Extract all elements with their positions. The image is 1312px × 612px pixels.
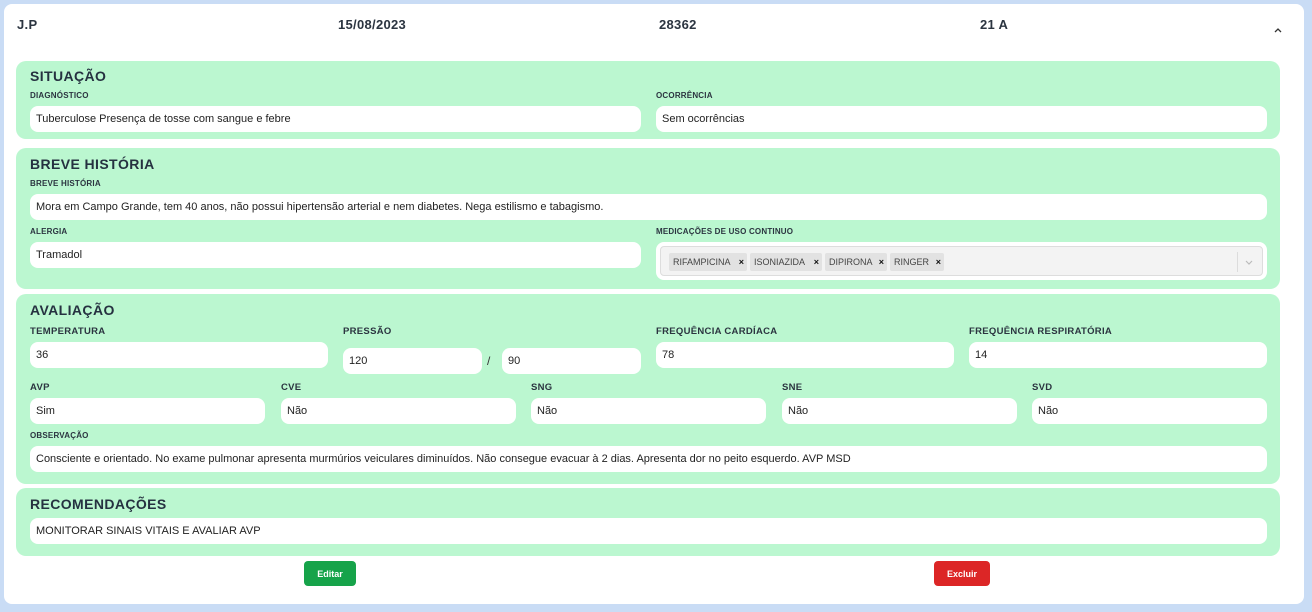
- edit-button[interactable]: Editar: [304, 561, 356, 586]
- record-header[interactable]: J.P 15/08/2023 28362 21 A: [4, 4, 1304, 48]
- frequencia-respiratoria-label: FREQUÊNCIA RESPIRATÓRIA: [969, 326, 1113, 337]
- temperatura-label: TEMPERATURA: [30, 326, 106, 337]
- patient-record-card: J.P 15/08/2023 28362 21 A SITUAÇÃO DIAGN…: [4, 4, 1304, 604]
- multiselect-separator: [1237, 252, 1238, 272]
- svd-field[interactable]: Não: [1032, 398, 1267, 424]
- medicacao-chip-label: RINGER: [894, 257, 930, 267]
- frequencia-respiratoria-field[interactable]: 14: [969, 342, 1267, 368]
- observacao-label: OBSERVAÇÃO: [30, 431, 89, 440]
- sne-field[interactable]: Não: [782, 398, 1017, 424]
- recomendacoes-field[interactable]: MONITORAR SINAIS VITAIS E AVALIAR AVP: [30, 518, 1267, 544]
- section-title-avaliacao: AVALIAÇÃO: [30, 302, 115, 318]
- section-title-historia: BREVE HISTÓRIA: [30, 156, 155, 172]
- close-icon[interactable]: ×: [879, 253, 884, 271]
- avp-label: AVP: [30, 382, 50, 393]
- chevron-up-icon[interactable]: [1272, 24, 1284, 36]
- frequencia-cardiaca-field[interactable]: 78: [656, 342, 954, 368]
- ocorrencia-label: OCORRÊNCIA: [656, 91, 713, 100]
- diagnostico-field[interactable]: Tuberculose Presença de tosse com sangue…: [30, 106, 641, 132]
- cve-field[interactable]: Não: [281, 398, 516, 424]
- medicacao-chip-label: RIFAMPICINA: [673, 257, 731, 267]
- diagnostico-label: DIAGNÓSTICO: [30, 91, 89, 100]
- medicacoes-control[interactable]: RIFAMPICINA × ISONIAZIDA × DIPIRONA × RI…: [660, 246, 1263, 276]
- medicacoes-multiselect[interactable]: RIFAMPICINA × ISONIAZIDA × DIPIRONA × RI…: [656, 242, 1267, 280]
- pressao-diastolica-field[interactable]: 90: [502, 348, 641, 374]
- section-title-situacao: SITUAÇÃO: [30, 68, 107, 84]
- medicacao-chip-label: DIPIRONA: [829, 257, 873, 267]
- record-id: 28362: [659, 17, 697, 32]
- observacao-field[interactable]: Consciente e orientado. No exame pulmona…: [30, 446, 1267, 472]
- section-avaliacao: AVALIAÇÃO TEMPERATURA 36 PRESSÃO 120 / 9…: [16, 294, 1280, 484]
- frequencia-cardiaca-label: FREQUÊNCIA CARDÍACA: [656, 326, 778, 337]
- ocorrencia-field[interactable]: Sem ocorrências: [656, 106, 1267, 132]
- alergia-field[interactable]: Tramadol: [30, 242, 641, 268]
- pressao-sistolica-field[interactable]: 120: [343, 348, 482, 374]
- section-breve-historia: BREVE HISTÓRIA BREVE HISTÓRIA Mora em Ca…: [16, 148, 1280, 289]
- close-icon[interactable]: ×: [814, 253, 819, 271]
- sne-label: SNE: [782, 382, 803, 393]
- close-icon[interactable]: ×: [936, 253, 941, 271]
- breve-historia-label: BREVE HISTÓRIA: [30, 179, 101, 188]
- alergia-label: ALERGIA: [30, 227, 68, 236]
- section-title-recomendacoes: RECOMENDAÇÕES: [30, 496, 167, 512]
- record-date: 15/08/2023: [338, 17, 407, 32]
- medicacoes-label: MEDICAÇÕES DE USO CONTINUO: [656, 227, 794, 236]
- patient-initials: J.P: [17, 17, 38, 32]
- breve-historia-field[interactable]: Mora em Campo Grande, tem 40 anos, não p…: [30, 194, 1267, 220]
- avp-field[interactable]: Sim: [30, 398, 265, 424]
- pressao-separator: /: [487, 354, 491, 368]
- temperatura-field[interactable]: 36: [30, 342, 328, 368]
- medicacao-chip-label: ISONIAZIDA: [754, 257, 806, 267]
- medicacao-chip: DIPIRONA ×: [825, 253, 887, 271]
- section-recomendacoes: RECOMENDAÇÕES MONITORAR SINAIS VITAIS E …: [16, 488, 1280, 556]
- sng-field[interactable]: Não: [531, 398, 766, 424]
- close-icon[interactable]: ×: [739, 253, 744, 271]
- delete-button[interactable]: Excluir: [934, 561, 990, 586]
- sng-label: SNG: [531, 382, 553, 393]
- chevron-down-icon[interactable]: [1244, 257, 1254, 267]
- medicacao-chip: ISONIAZIDA ×: [750, 253, 822, 271]
- svd-label: SVD: [1032, 382, 1053, 393]
- medicacao-chip: RINGER ×: [890, 253, 944, 271]
- pressao-label: PRESSÃO: [343, 326, 392, 337]
- section-situacao: SITUAÇÃO DIAGNÓSTICO Tuberculose Presenç…: [16, 61, 1280, 139]
- bed-number: 21 A: [980, 17, 1009, 32]
- medicacao-chip: RIFAMPICINA ×: [669, 253, 747, 271]
- cve-label: CVE: [281, 382, 302, 393]
